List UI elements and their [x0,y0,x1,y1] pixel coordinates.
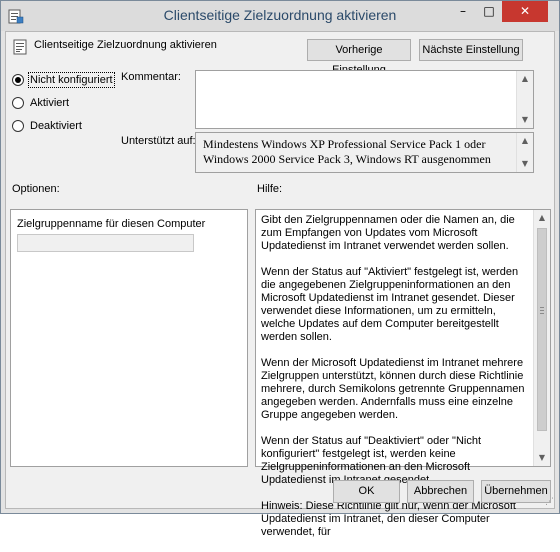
radio-not-configured-indicator[interactable] [12,74,24,86]
help-panel: Gibt den Zielgruppennamen oder die Namen… [255,209,551,538]
scroll-up-arrow-icon[interactable]: ▲ [517,133,533,149]
help-paragraph: Wenn der Microsoft Updatedienst im Intra… [261,357,525,421]
previous-setting-button[interactable]: Vorherige Einstellung [307,39,411,76]
scroll-down-arrow-icon[interactable]: ▼ [534,450,550,466]
radio-enabled-label[interactable]: Aktiviert [29,96,70,110]
help-paragraph: Gibt den Zielgruppennamen oder die Namen… [261,214,515,252]
policy-dialog-window: Clientseitige Zielzuordnung aktivieren –… [0,0,560,538]
options-panel: Zielgruppenname für diesen Computer [10,209,248,467]
help-scrollbar-thumb[interactable] [537,228,547,431]
supported-on-label: Unterstützt auf: [121,135,196,147]
comment-label: Kommentar: [121,71,181,83]
radio-disabled-label[interactable]: Deaktiviert [29,119,83,133]
close-button[interactable]: ✕ [502,1,548,22]
policy-name: Clientseitige Zielzuordnung aktivieren [34,39,217,51]
policy-setting-icon [13,39,27,55]
comment-textarea[interactable]: ▲ ▼ [195,70,534,129]
options-label: Optionen: [12,183,60,195]
radio-disabled-indicator[interactable] [12,120,24,132]
dialog-body: Clientseitige Zielzuordnung aktivieren V… [5,31,555,538]
apply-button[interactable]: Übernehmen [481,480,551,503]
minimize-button[interactable]: – [450,1,476,22]
target-group-name-input[interactable] [17,234,194,252]
scroll-down-arrow-icon[interactable]: ▼ [517,112,533,128]
radio-enabled[interactable]: Aktiviert [12,95,70,111]
next-setting-button[interactable]: Nächste Einstellung [419,39,523,61]
radio-disabled[interactable]: Deaktiviert [12,118,83,134]
help-label: Hilfe: [257,183,283,195]
title-bar[interactable]: Clientseitige Zielzuordnung aktivieren –… [1,1,559,31]
radio-not-configured[interactable]: Nicht konfiguriert [12,72,115,88]
resize-grip-icon[interactable]: ⋰ [542,496,554,508]
help-scrollbar[interactable]: ▲ ▼ [533,210,550,466]
scroll-up-arrow-icon[interactable]: ▲ [517,71,533,87]
help-paragraph: Wenn der Status auf "Aktiviert" festgele… [261,266,519,343]
scroll-up-arrow-icon[interactable]: ▲ [534,210,550,226]
supported-scrollbar[interactable]: ▲ ▼ [516,133,533,172]
radio-not-configured-label[interactable]: Nicht konfiguriert [28,72,115,88]
supported-on-value: Mindestens Windows XP Professional Servi… [203,137,491,166]
target-group-name-label: Zielgruppenname für diesen Computer [17,218,206,230]
cancel-button[interactable]: Abbrechen [407,480,474,503]
scroll-down-arrow-icon[interactable]: ▼ [517,156,533,172]
ok-button[interactable]: OK [333,480,400,503]
comment-scrollbar[interactable]: ▲ ▼ [516,71,533,128]
supported-on-field: Mindestens Windows XP Professional Servi… [195,132,534,173]
help-paragraph: Hinweis: Diese Richtlinie gilt nur, wenn… [261,500,516,538]
maximize-button[interactable]: □ [476,1,502,22]
radio-enabled-indicator[interactable] [12,97,24,109]
scrollbar-grip-icon [540,307,544,314]
